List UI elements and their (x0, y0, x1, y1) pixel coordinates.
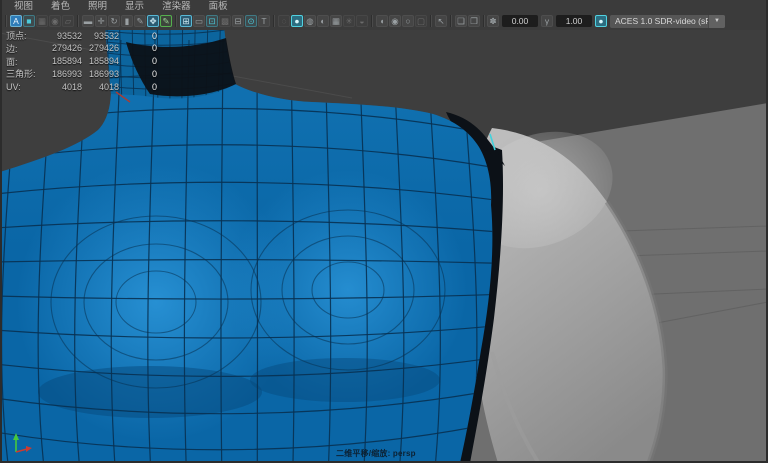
toolbar-separator (371, 15, 373, 27)
toolbar-separator (175, 15, 177, 27)
colorspace-dropdown[interactable]: ACES 1.0 SDR-video (sRGB) ▼ (610, 14, 725, 28)
toolbar-separator (273, 15, 275, 27)
hud-label: 顶点: (6, 31, 27, 41)
menu-item[interactable]: 视图 (5, 0, 42, 13)
hud-total: 185894 (51, 56, 82, 67)
wireframe-on-shaded-icon[interactable]: ◍ (304, 15, 316, 27)
hud-label: 面: (6, 56, 18, 67)
film-gate-icon[interactable]: ▭ (193, 15, 205, 27)
bookmark-flag-icon[interactable]: ▮ (121, 15, 133, 27)
safe-title-icon[interactable]: T (258, 15, 270, 27)
pan-2d-icon[interactable]: ✛ (95, 15, 107, 27)
toolbar-separator (5, 15, 7, 27)
smooth-shade-all-icon[interactable]: ● (291, 15, 303, 27)
view-transform-icon[interactable]: ● (595, 15, 607, 27)
hud-component: 0 (151, 43, 157, 54)
hud-selected: 186993 (88, 68, 119, 79)
textured-icon[interactable]: ▦ (330, 15, 342, 27)
exposure-field[interactable]: 0.00 (502, 15, 538, 27)
panel-menubar: 视图 着色 照明 显示 渲染器 面板 (0, 0, 768, 13)
hud-selected: 279426 (88, 43, 119, 54)
hud-row: UV: 4018 4018 0 (6, 80, 157, 93)
toolbar-icons: A ■ ▦ ◉ ▱ ▬ ✛ ↻ ▮ ✎ ✥ ✎ ⊞ ▭ ⊡ ▩ ⊟ ⊙ T ◌ … (3, 15, 487, 27)
camera-label: 二维平移/缩放: persp (336, 449, 416, 458)
hud-label: UV: (6, 81, 21, 92)
panel-toolbar: A ■ ▦ ◉ ▱ ▬ ✛ ↻ ▮ ✎ ✥ ✎ ⊞ ▭ ⊡ ▩ ⊟ ⊙ T ◌ … (0, 13, 768, 30)
camera-attributes-icon[interactable]: ▦ (36, 15, 48, 27)
xray-joints-icon[interactable]: ❐ (468, 15, 480, 27)
chevron-down-icon[interactable]: ▼ (708, 14, 725, 28)
toolbar-separator (450, 15, 452, 27)
ssao-icon[interactable]: ◖ (376, 15, 388, 27)
hud-total: 4018 (61, 81, 82, 92)
pencil-icon[interactable]: ✎ (134, 15, 146, 27)
menu-item[interactable]: 渲染器 (153, 0, 200, 13)
gamma-icon[interactable]: γ (541, 15, 553, 27)
colorspace-value: ACES 1.0 SDR-video (sRGB) (615, 16, 708, 26)
hud-selected: 93532 (93, 30, 119, 41)
shadows-icon[interactable]: ◒ (356, 15, 368, 27)
exposure-icon[interactable]: ✽ (487, 15, 499, 27)
lock-camera-icon[interactable]: ■ (23, 15, 35, 27)
hud-component: 0 (151, 30, 157, 41)
gate-mask-icon[interactable]: ▩ (219, 15, 231, 27)
grid-icon[interactable]: ⊞ (180, 15, 192, 27)
panel-chrome: 视图 着色 照明 显示 渲染器 面板 A ■ ▦ ◉ ▱ ▬ ✛ ↻ ▮ ✎ ✥… (0, 0, 768, 30)
hud-row: 三角形: 186993 186993 0 (6, 67, 157, 80)
poly-count-hud: 顶点: 93532 93532 0 边: 279426 279426 0 面: … (6, 29, 157, 93)
gamma-field[interactable]: 1.00 (556, 15, 592, 27)
isolate-select-icon[interactable]: ↖ (435, 15, 447, 27)
menu-item[interactable]: 面板 (200, 0, 237, 13)
camcorder-icon[interactable]: ▬ (82, 15, 94, 27)
fog-icon[interactable]: ▢ (415, 15, 427, 27)
tumble-3d-icon[interactable]: ↻ (108, 15, 120, 27)
hud-total: 93532 (56, 30, 82, 41)
wireframe-icon[interactable]: ◌ (278, 15, 290, 27)
hud-total: 279426 (51, 43, 82, 54)
hud-total: 186993 (51, 68, 82, 79)
hud-row: 边: 279426 279426 0 (6, 42, 157, 55)
pan-zoom-2d-icon[interactable]: ✥ (147, 15, 159, 27)
dof-icon[interactable]: ○ (402, 15, 414, 27)
hud-component: 0 (151, 56, 157, 67)
toolbar-separator (483, 15, 485, 27)
hud-label: 三角形: (6, 69, 36, 80)
toolbar-separator (430, 15, 432, 27)
select-camera-icon[interactable]: A (10, 15, 22, 27)
grease-pencil-icon[interactable]: ✎ (160, 15, 172, 27)
hud-selected: 4018 (98, 81, 119, 92)
maya-viewport-panel: 视图 着色 照明 显示 渲染器 面板 A ■ ▦ ◉ ▱ ▬ ✛ ↻ ▮ ✎ ✥… (0, 0, 768, 463)
hud-selected: 185894 (88, 56, 119, 67)
xray-icon[interactable]: ❏ (455, 15, 467, 27)
safe-action-icon[interactable]: ⊙ (245, 15, 257, 27)
hud-component: 0 (151, 81, 157, 92)
field-chart-icon[interactable]: ⊟ (232, 15, 244, 27)
hud-row: 顶点: 93532 93532 0 (6, 29, 157, 42)
hud-label: 边: (6, 43, 18, 54)
resolution-gate-icon[interactable]: ⊡ (206, 15, 218, 27)
hud-component: 0 (151, 68, 157, 79)
bookmarks-icon[interactable]: ◉ (49, 15, 61, 27)
hud-row: 面: 185894 185894 0 (6, 55, 157, 68)
menu-item[interactable]: 照明 (79, 0, 116, 13)
toolbar-separator (77, 15, 79, 27)
menu-item[interactable]: 显示 (116, 0, 153, 13)
image-plane-icon[interactable]: ▱ (62, 15, 74, 27)
lighting-icon[interactable]: ✳ (343, 15, 355, 27)
motion-blur-icon[interactable]: ◉ (389, 15, 401, 27)
menu-item[interactable]: 着色 (42, 0, 79, 13)
default-material-icon[interactable]: ◐ (317, 15, 329, 27)
